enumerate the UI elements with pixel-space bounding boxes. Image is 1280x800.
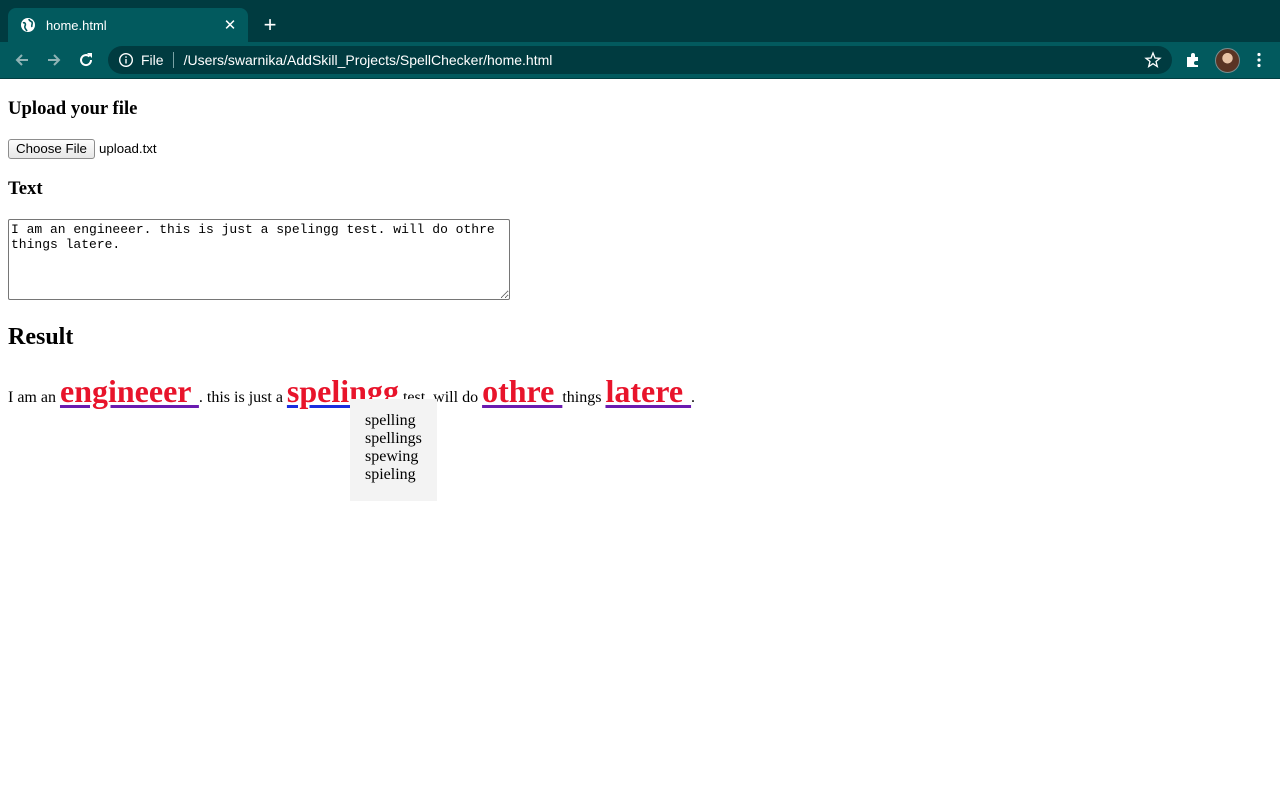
info-icon[interactable]: [118, 52, 134, 68]
suggestion-item[interactable]: spieling: [365, 466, 437, 484]
suggestion-item[interactable]: spellings: [365, 430, 437, 448]
selected-file-name: upload.txt: [98, 141, 157, 156]
browser-toolbar: File /Users/swarnika/AddSkill_Projects/S…: [0, 42, 1280, 79]
result-text-segment: I am an: [8, 389, 60, 406]
arrow-left-icon: [15, 54, 28, 66]
result-text-segment: things: [562, 389, 606, 406]
misspelled-word[interactable]: latere: [605, 373, 691, 409]
extensions-puzzle-icon[interactable]: [1184, 51, 1202, 69]
arrow-right-icon: [48, 54, 61, 66]
more-menu-icon[interactable]: [1250, 51, 1268, 69]
forward-button[interactable]: [43, 49, 65, 71]
result-heading: Result: [8, 324, 74, 350]
back-button[interactable]: [11, 49, 33, 71]
tab-strip: home.html ✕ +: [0, 0, 1280, 42]
address-separator: [172, 52, 174, 68]
result-text-segment: . this is just a: [198, 389, 287, 406]
suggestion-item[interactable]: spewing: [365, 448, 437, 466]
reload-icon: [80, 53, 93, 67]
address-scheme: File: [141, 52, 164, 68]
suggestion-item[interactable]: spelling: [365, 412, 437, 430]
bookmark-star-icon[interactable]: [1144, 51, 1162, 69]
close-tab-icon[interactable]: ✕: [222, 17, 238, 34]
text-input-area[interactable]: I am an engineeer. this is just a spelin…: [8, 219, 510, 300]
choose-file-button[interactable]: Choose File: [8, 138, 95, 159]
result-text-segment: .: [691, 389, 696, 406]
upload-heading: Upload your file: [8, 98, 138, 119]
address-bar[interactable]: File /Users/swarnika/AddSkill_Projects/S…: [108, 46, 1172, 74]
address-url[interactable]: /Users/swarnika/AddSkill_Projects/SpellC…: [184, 52, 1144, 68]
globe-icon: [20, 17, 36, 33]
new-tab-button[interactable]: +: [259, 14, 281, 36]
misspelled-word[interactable]: othre: [482, 373, 562, 409]
profile-avatar[interactable]: [1215, 48, 1240, 73]
file-input: Choose File upload.txt: [8, 138, 157, 159]
tab-title: home.html: [46, 17, 107, 33]
reload-button[interactable]: [75, 49, 97, 71]
browser-tab[interactable]: home.html ✕: [8, 8, 248, 42]
text-heading: Text: [8, 178, 43, 199]
suggestions-dropdown: spelling spellings spewing spieling: [350, 399, 437, 501]
misspelled-word[interactable]: engineeer: [60, 373, 199, 409]
page-content: Upload your file Choose File upload.txt …: [0, 79, 1280, 800]
